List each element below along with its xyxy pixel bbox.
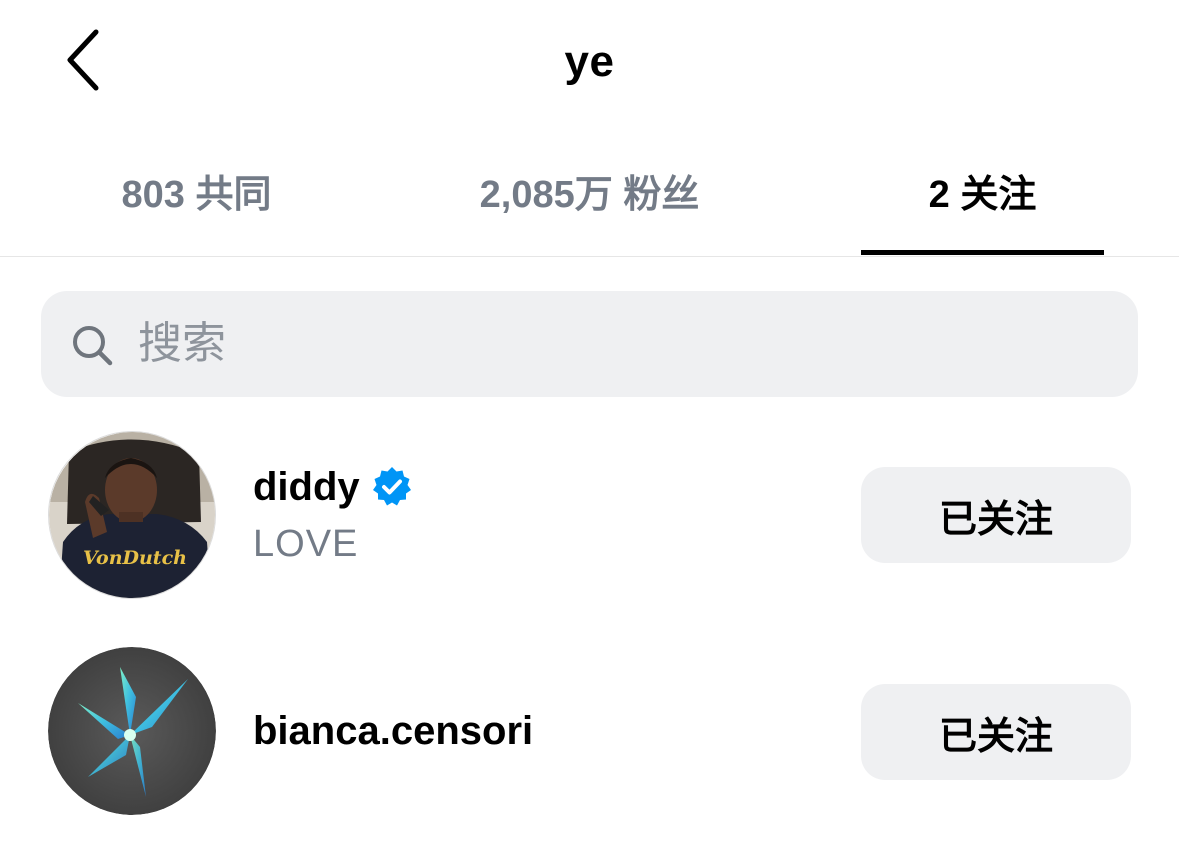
following-button[interactable]: 已关注	[861, 467, 1131, 563]
avatar-image	[48, 647, 216, 815]
username[interactable]: bianca.censori	[253, 707, 533, 755]
search-icon	[73, 326, 113, 366]
following-button[interactable]: 已关注	[861, 684, 1131, 780]
search-bar[interactable]	[41, 291, 1138, 397]
header: ye	[0, 0, 1179, 125]
username-text: diddy	[253, 465, 360, 509]
username-text: bianca.censori	[253, 709, 534, 753]
list-item: VonDutch diddy LOVE 已关注	[0, 415, 1179, 615]
page-title: ye	[564, 37, 615, 86]
tab-following[interactable]: 2 关注	[786, 125, 1179, 256]
active-tab-indicator	[861, 250, 1104, 255]
search-input[interactable]	[138, 291, 1098, 397]
avatar[interactable]	[48, 647, 216, 815]
svg-text:VonDutch: VonDutch	[83, 547, 187, 569]
avatar[interactable]: VonDutch	[48, 431, 216, 599]
verified-badge-icon	[372, 467, 411, 506]
tab-bar: 803 共同 2,085万 粉丝 2 关注	[0, 125, 1179, 257]
tab-mutual[interactable]: 803 共同	[0, 125, 393, 256]
tab-followers[interactable]: 2,085万 粉丝	[393, 125, 786, 256]
list-item: bianca.censori 已关注	[0, 632, 1179, 832]
username[interactable]: diddy	[253, 463, 413, 511]
avatar-image: VonDutch	[49, 432, 215, 598]
user-subtitle: LOVE	[253, 523, 359, 565]
